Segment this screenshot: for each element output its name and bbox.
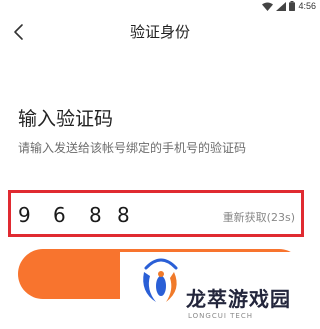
watermark-subtitle: LONGCUI TECH — [188, 312, 253, 320]
code-digit-1: 9 — [18, 203, 31, 227]
section-heading: 输入验证码 — [18, 108, 114, 130]
resend-code-button[interactable]: 重新获取(23s) — [223, 209, 295, 225]
page-title: 验证身份 — [129, 23, 190, 41]
watermark-logo: 龙萃游戏园 LONGCUI TECH — [120, 252, 320, 329]
code-digit-4: 8 — [117, 203, 130, 227]
code-digit-3: 8 — [89, 203, 102, 227]
code-digit-2: 6 — [53, 203, 66, 227]
wifi-icon — [262, 2, 274, 11]
status-icons: 4:56 — [262, 1, 316, 11]
dragon-logo-icon — [143, 258, 178, 302]
watermark-name: 龙萃游戏园 — [186, 287, 291, 311]
verification-code-input[interactable]: 9 6 8 8 重新获取(23s) — [8, 190, 304, 237]
battery-icon — [289, 1, 296, 11]
status-bar: 4:56 — [0, 0, 320, 14]
signal-icon — [276, 1, 287, 11]
status-time: 4:56 — [298, 1, 316, 11]
header: 验证身份 — [0, 14, 320, 50]
section-subtitle: 请输入发送给该帐号绑定的手机号的验证码 — [18, 141, 247, 155]
